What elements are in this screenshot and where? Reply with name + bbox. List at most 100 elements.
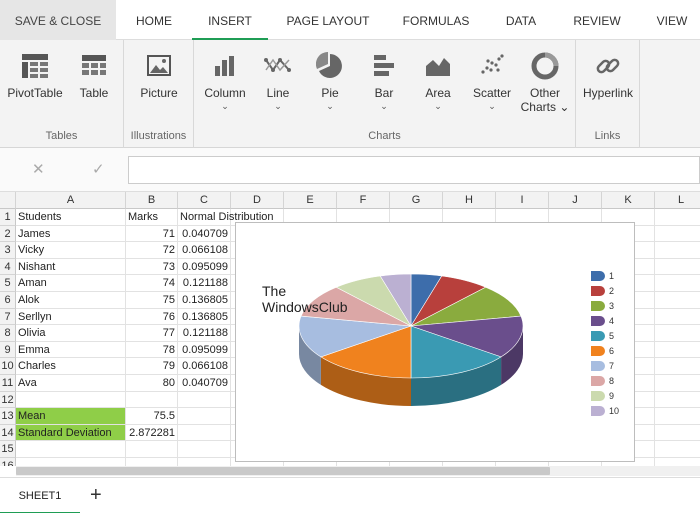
data-cell[interactable]: 75.5 <box>126 408 178 425</box>
hyperlink-button[interactable]: Hyperlink <box>580 52 636 100</box>
grid-cell[interactable] <box>655 441 700 458</box>
column-header[interactable]: C <box>178 192 231 209</box>
data-cell[interactable]: Serllyn <box>16 308 126 326</box>
grid-cell[interactable] <box>655 392 700 409</box>
grid-cell[interactable] <box>178 441 231 458</box>
data-cell[interactable]: 0.121188 <box>178 275 231 292</box>
tab-data[interactable]: DATA <box>494 0 548 40</box>
grid-cell[interactable] <box>655 325 700 342</box>
row-header[interactable]: 13 <box>0 408 16 425</box>
data-cell[interactable]: Students <box>16 209 126 226</box>
data-cell[interactable]: 0.040709 <box>178 225 231 243</box>
data-cell[interactable]: James <box>16 225 126 243</box>
tab-insert[interactable]: INSERT <box>192 0 268 40</box>
column-header[interactable]: G <box>390 192 443 209</box>
data-cell[interactable]: 80 <box>126 375 178 392</box>
data-cell[interactable]: 73 <box>126 258 178 276</box>
data-cell[interactable]: 2.872281 <box>126 424 178 442</box>
column-header[interactable]: A <box>16 192 126 209</box>
grid-cell[interactable] <box>655 358 700 375</box>
tab-home[interactable]: HOME <box>124 0 184 40</box>
tab-review[interactable]: REVIEW <box>566 0 628 40</box>
row-header[interactable]: 16 <box>0 458 16 466</box>
grid-cell[interactable] <box>655 458 700 466</box>
data-cell[interactable]: Charles <box>16 358 126 375</box>
row-header[interactable]: 9 <box>0 341 16 359</box>
data-cell[interactable]: 75 <box>126 292 178 309</box>
data-cell[interactable]: 77 <box>126 325 178 342</box>
grid-cell[interactable] <box>655 275 700 292</box>
grid-cell[interactable] <box>126 458 178 466</box>
column-header[interactable]: F <box>337 192 390 209</box>
grid-cell[interactable] <box>655 425 700 442</box>
column-chart-button[interactable]: Column ⌄ <box>202 52 248 112</box>
grid-cell[interactable] <box>126 391 178 409</box>
column-header[interactable]: E <box>284 192 337 209</box>
data-cell[interactable]: 0.066108 <box>178 358 231 375</box>
grid-cell[interactable] <box>16 458 126 466</box>
tab-view[interactable]: VIEW <box>644 0 700 40</box>
row-header[interactable]: 5 <box>0 275 16 292</box>
data-cell[interactable]: Olivia <box>16 325 126 342</box>
row-header[interactable]: 3 <box>0 242 16 259</box>
row-header[interactable]: 4 <box>0 258 16 276</box>
data-cell[interactable]: Standard Deviation <box>16 424 126 442</box>
select-all-corner[interactable] <box>0 192 16 209</box>
save-and-close-button[interactable]: SAVE & CLOSE <box>0 0 116 40</box>
data-cell[interactable]: Mean <box>16 408 126 425</box>
column-header[interactable]: B <box>126 192 178 209</box>
data-cell[interactable]: 0.040709 <box>178 375 231 392</box>
grid-cell[interactable] <box>655 292 700 309</box>
grid-cell[interactable] <box>655 226 700 243</box>
data-cell[interactable]: 0.121188 <box>178 325 231 342</box>
pie-chart-button[interactable]: Pie ⌄ <box>308 52 352 112</box>
row-header[interactable]: 6 <box>0 292 16 309</box>
row-header[interactable]: 10 <box>0 358 16 375</box>
data-cell[interactable]: 76 <box>126 308 178 326</box>
horizontal-scrollbar[interactable] <box>16 466 700 476</box>
row-header[interactable]: 1 <box>0 209 16 226</box>
grid-cell[interactable] <box>655 309 700 326</box>
column-header[interactable]: H <box>443 192 496 209</box>
column-header[interactable]: J <box>549 192 602 209</box>
data-cell[interactable]: 0.095099 <box>178 341 231 359</box>
pivottable-button[interactable]: PivotTable <box>6 52 64 100</box>
data-cell[interactable]: 79 <box>126 358 178 375</box>
data-cell[interactable]: 0.066108 <box>178 242 231 259</box>
grid-cell[interactable] <box>126 441 178 458</box>
grid-cell[interactable] <box>178 391 231 409</box>
data-cell[interactable]: Normal Distribution <box>178 209 274 226</box>
grid-cell[interactable] <box>655 408 700 425</box>
confirm-edit-button[interactable]: ✓ <box>92 160 105 178</box>
sheet-tab-sheet1[interactable]: SHEET1 <box>0 478 80 513</box>
row-header[interactable]: 14 <box>0 424 16 442</box>
column-header[interactable]: I <box>496 192 549 209</box>
row-header[interactable]: 12 <box>0 391 16 409</box>
row-header[interactable]: 15 <box>0 441 16 458</box>
data-cell[interactable]: Nishant <box>16 258 126 276</box>
bar-chart-button[interactable]: Bar ⌄ <box>362 52 406 112</box>
row-header[interactable]: 8 <box>0 325 16 342</box>
add-sheet-button[interactable]: + <box>90 484 102 507</box>
grid-cell[interactable] <box>655 375 700 392</box>
row-header[interactable]: 2 <box>0 225 16 243</box>
row-header[interactable]: 11 <box>0 375 16 392</box>
data-cell[interactable]: Emma <box>16 341 126 359</box>
pie-chart[interactable]: The WindowsClub 1 2 3 4 5 6 7 8 9 10 <box>235 222 635 462</box>
data-cell[interactable]: Aman <box>16 275 126 292</box>
grid-cell[interactable] <box>655 242 700 259</box>
line-chart-button[interactable]: Line ⌄ <box>256 52 300 112</box>
data-cell[interactable]: 78 <box>126 341 178 359</box>
grid-cell[interactable] <box>16 441 126 458</box>
data-cell[interactable]: Vicky <box>16 242 126 259</box>
data-cell[interactable]: 71 <box>126 225 178 243</box>
data-cell[interactable]: 0.136805 <box>178 308 231 326</box>
grid-cell[interactable] <box>178 424 231 442</box>
column-header[interactable]: L <box>655 192 700 209</box>
cancel-edit-button[interactable]: ✕ <box>32 160 45 178</box>
table-button[interactable]: Table <box>72 52 116 100</box>
tab-page-layout[interactable]: PAGE LAYOUT <box>278 0 378 40</box>
column-header[interactable]: D <box>231 192 284 209</box>
area-chart-button[interactable]: Area ⌄ <box>416 52 460 112</box>
grid-cell[interactable] <box>655 209 700 226</box>
